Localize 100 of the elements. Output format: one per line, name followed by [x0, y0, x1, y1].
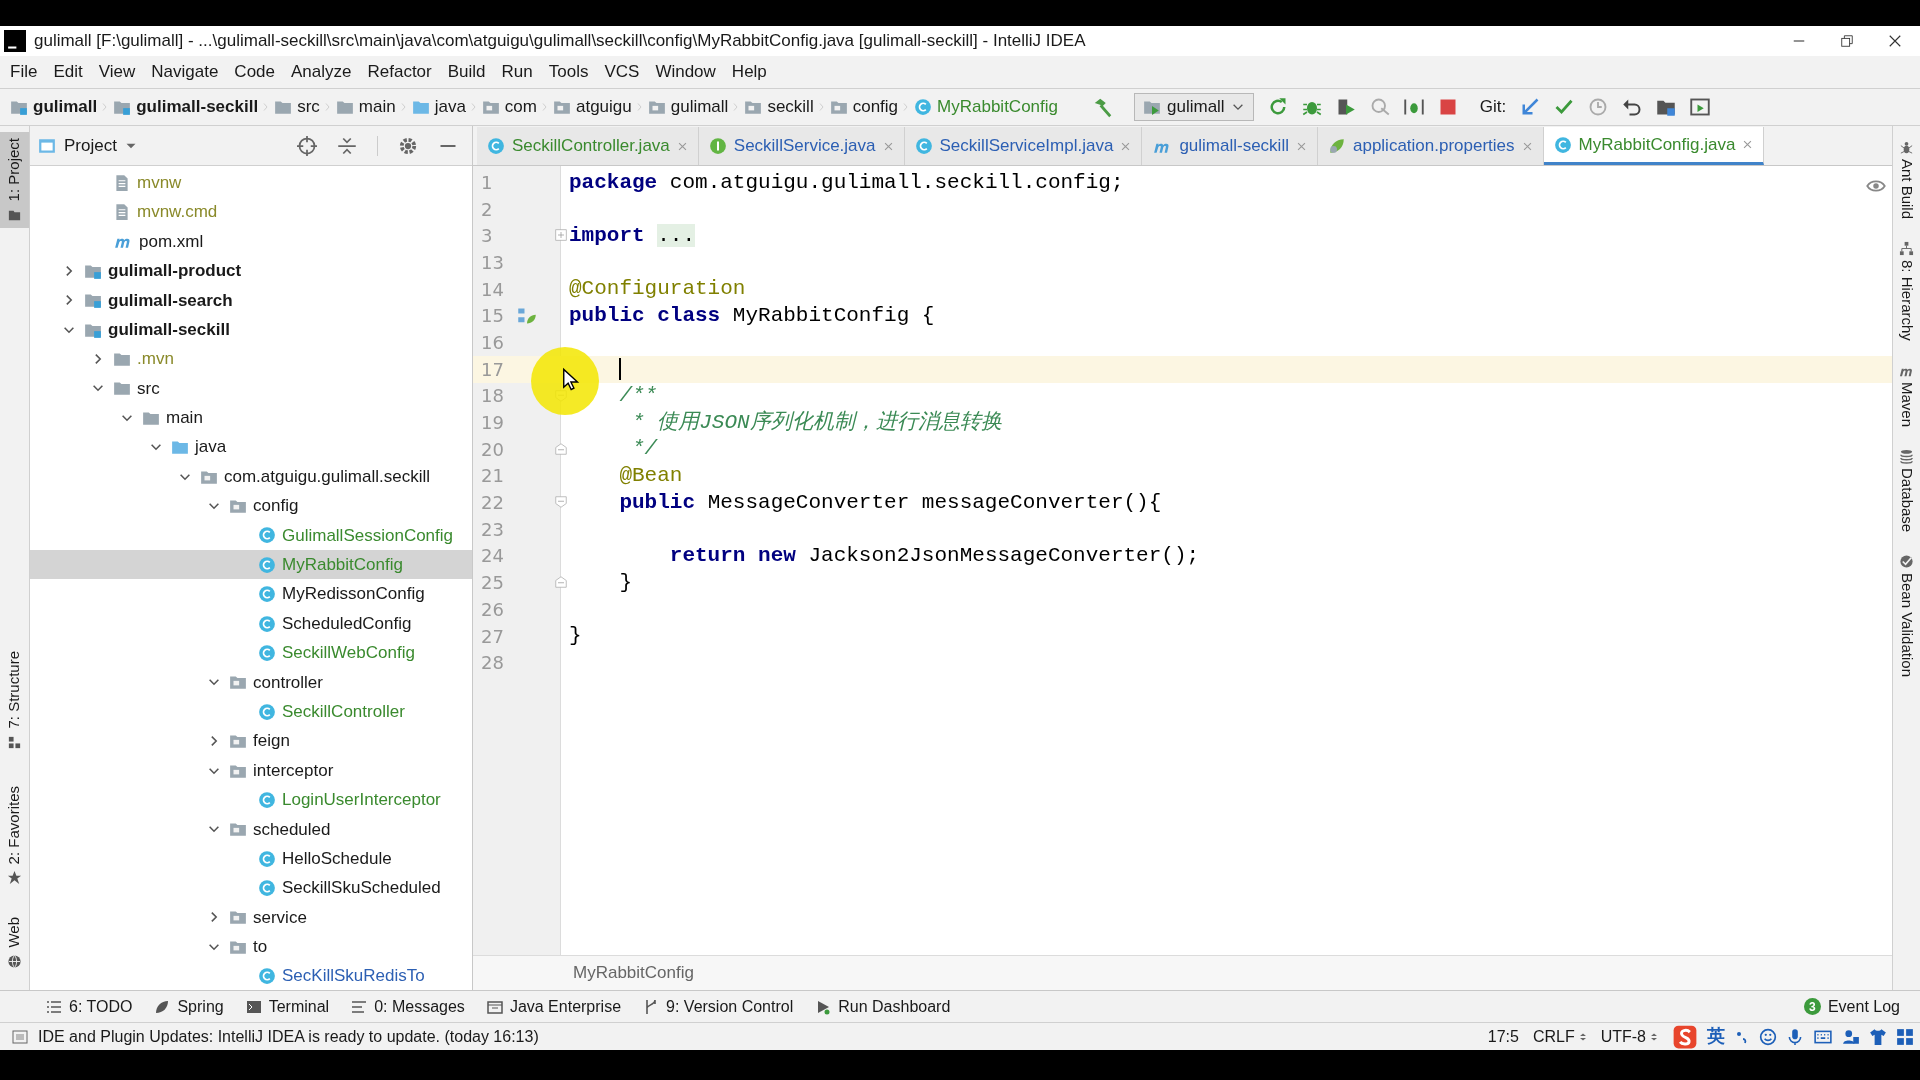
tree-item[interactable]: gulimall-seckill	[30, 314, 472, 345]
editor-tab[interactable]: MyRabbitConfig.java	[1543, 127, 1765, 165]
panel-toggle-icon[interactable]	[12, 1028, 28, 1045]
editor-tab[interactable]: SeckillServiceImpl.java	[904, 127, 1143, 165]
breadcrumb-item[interactable]: atguigu	[548, 94, 636, 120]
fold-start-icon[interactable]	[555, 496, 567, 509]
line-separator-selector[interactable]: CRLF	[1532, 1024, 1587, 1049]
close-icon[interactable]	[1888, 34, 1902, 48]
run-configuration-dropdown[interactable]: gulimall	[1134, 93, 1254, 121]
breadcrumb-item[interactable]: src	[270, 94, 324, 120]
menu-item[interactable]: Analyze	[283, 59, 360, 85]
breadcrumb-item[interactable]: gulimall	[643, 94, 733, 120]
tree-item[interactable]: config	[30, 491, 472, 521]
tool-window-button[interactable]: Ant Build	[1895, 140, 1918, 220]
tool-window-button[interactable]: Run Dashboard	[815, 994, 951, 1019]
editor-breadcrumb[interactable]: MyRabbitConfig	[573, 960, 694, 986]
tree-item[interactable]: controller	[30, 667, 472, 698]
tool-window-button[interactable]: Terminal	[245, 994, 330, 1019]
settings-icon[interactable]	[398, 135, 418, 156]
tree-item[interactable]: SeckillSkuScheduled	[30, 873, 472, 903]
update-arrow-icon[interactable]	[1520, 97, 1541, 117]
tool-window-button[interactable]: 7: Structure	[0, 645, 29, 756]
menu-item[interactable]: Code	[226, 59, 283, 85]
hammer-icon[interactable]	[1092, 96, 1114, 118]
commit-check-icon[interactable]	[1554, 97, 1575, 117]
input-method-logo-icon[interactable]	[1672, 1023, 1698, 1050]
run-window-icon[interactable]	[1690, 97, 1711, 117]
tree-item[interactable]: LoginUserInterceptor	[30, 785, 472, 815]
tree-item[interactable]: service	[30, 902, 472, 933]
menu-item[interactable]: View	[90, 59, 144, 85]
tool-window-button[interactable]: 8: Hierarchy	[1895, 241, 1918, 341]
breadcrumb-item[interactable]: main	[331, 94, 400, 120]
restore-icon[interactable]	[1840, 34, 1854, 48]
tree-item[interactable]: SeckillController	[30, 697, 472, 727]
undo-icon[interactable]	[1622, 97, 1643, 117]
breadcrumb-item[interactable]: gulimall-seckill	[109, 94, 263, 120]
tool-window-button[interactable]: Database	[1895, 448, 1918, 533]
tool-window-button[interactable]: 6: TODO	[46, 994, 133, 1019]
tool-window-button[interactable]: Web	[0, 911, 29, 975]
input-mode-indicator[interactable]: 英	[1707, 1023, 1725, 1050]
menu-item[interactable]: Tools	[540, 59, 597, 85]
tree-item[interactable]: src	[30, 373, 472, 404]
breadcrumb-item[interactable]: MyRabbitConfig	[910, 94, 1062, 120]
smiley-icon[interactable]	[1759, 1027, 1777, 1046]
tree-item[interactable]: main	[30, 403, 472, 433]
editor-tab[interactable]: SeckillController.java	[477, 127, 699, 165]
breadcrumb-item[interactable]: com	[477, 94, 541, 120]
microphone-icon[interactable]	[1786, 1027, 1804, 1046]
menu-item[interactable]: Run	[493, 59, 541, 85]
tree-item[interactable]: feign	[30, 726, 472, 756]
tree-item[interactable]: SeckillWebConfig	[30, 638, 472, 668]
menu-item[interactable]: Edit	[45, 59, 91, 85]
breadcrumb-item[interactable]: config	[825, 94, 903, 120]
tree-item[interactable]: HelloSchedule	[30, 844, 472, 874]
tool-window-button[interactable]: 1: Project	[0, 132, 29, 229]
menu-item[interactable]: VCS	[596, 59, 648, 85]
breadcrumb-item[interactable]: gulimall	[6, 94, 102, 120]
tool-window-button[interactable]: Maven	[1895, 362, 1918, 427]
encoding-selector[interactable]: UTF-8	[1600, 1024, 1658, 1049]
tree-item[interactable]: .mvn	[30, 344, 472, 374]
editor-tab[interactable]: application.properties	[1317, 127, 1544, 165]
user-tools-icon[interactable]	[1842, 1027, 1860, 1046]
rerun-icon[interactable]	[1267, 97, 1288, 117]
tool-window-button[interactable]: Bean Validation	[1895, 554, 1918, 678]
tree-item[interactable]: SecKillSkuRedisTo	[30, 961, 472, 990]
menu-item[interactable]: Build	[439, 59, 494, 85]
breadcrumb-item[interactable]: java	[407, 94, 470, 120]
tree-item[interactable]: java	[30, 432, 472, 462]
tree-item[interactable]: mvnw	[30, 168, 472, 198]
tool-window-button[interactable]: Spring	[154, 994, 224, 1019]
menu-item[interactable]: File	[2, 59, 46, 85]
tree-item[interactable]: GulimallSessionConfig	[30, 520, 472, 551]
tree-item[interactable]: ScheduledConfig	[30, 608, 472, 639]
project-view-dropdown[interactable]: Project	[38, 132, 137, 159]
tool-window-button[interactable]: Java Enterprise	[486, 994, 622, 1019]
tree-item[interactable]: interceptor	[30, 755, 472, 786]
editor-tab[interactable]: gulimall-seckill	[1142, 127, 1318, 165]
collapse-all-icon[interactable]	[337, 135, 357, 156]
tool-window-button[interactable]: 0: Messages	[351, 994, 465, 1019]
tree-item[interactable]: com.atguigu.gulimall.seckill	[30, 461, 472, 492]
tool-window-button[interactable]: 2: Favorites	[0, 779, 29, 892]
grid-icon[interactable]	[1896, 1027, 1914, 1046]
close-tab-icon[interactable]	[1742, 139, 1754, 150]
locate-crosshair-icon[interactable]	[297, 135, 317, 156]
attach-debugger-icon[interactable]	[1403, 97, 1424, 117]
tree-item[interactable]: scheduled	[30, 814, 472, 844]
tree-item[interactable]: gulimall-search	[30, 285, 472, 315]
cursor-position[interactable]: 17:5	[1487, 1024, 1519, 1049]
menu-item[interactable]: Navigate	[143, 59, 227, 85]
event-log-button[interactable]: 3 Event Log	[1803, 994, 1900, 1019]
tree-item[interactable]: pom.xml	[30, 226, 472, 257]
tree-item[interactable]: gulimall-product	[30, 256, 472, 286]
tree-item[interactable]: to	[30, 932, 472, 962]
tree-item[interactable]: mvnw.cmd	[30, 197, 472, 227]
menu-item[interactable]: Window	[647, 59, 724, 85]
menu-item[interactable]: Help	[723, 59, 775, 85]
tool-window-button[interactable]: 9: Version Control	[643, 994, 794, 1019]
menu-item[interactable]: Refactor	[359, 59, 440, 85]
editor-tab[interactable]: SeckillService.java	[698, 127, 905, 165]
breadcrumb-item[interactable]: seckill	[740, 94, 818, 120]
